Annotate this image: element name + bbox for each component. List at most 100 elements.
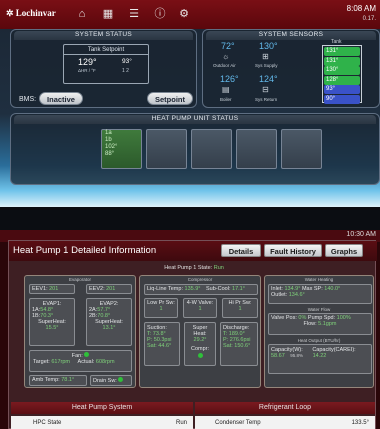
- max-sp-value: 140.0°: [324, 286, 341, 292]
- tank-temp-1: 131°: [324, 47, 360, 56]
- drain-switch-cell: Drain Sw:: [90, 375, 132, 386]
- hp-unit-status-title: HEAT PUMP UNIT STATUS: [151, 115, 239, 122]
- amb-temp-cell: Amb Temp: 78.1°: [29, 375, 87, 386]
- discharge-cell: Discharge: T: 189.0° P: 276.6psi Sat: 15…: [220, 322, 258, 366]
- condenser-temp-value: 133.5°: [351, 420, 369, 426]
- hi-pr-value: 1: [238, 306, 242, 312]
- condenser-temp-row: Condenser Temp 133.5°: [195, 416, 375, 429]
- tab-details[interactable]: Details: [221, 244, 261, 257]
- bms-label: BMS:: [19, 96, 37, 103]
- eev2-value: 201: [106, 286, 116, 292]
- superheat-cell: Super Heat: 29.2° Compr:: [184, 322, 216, 366]
- system-status-title: SYSTEM STATUS: [74, 31, 133, 38]
- water-flow-tag: Water Flow: [307, 307, 331, 312]
- compressor-tag: Compressor: [187, 277, 213, 282]
- liquid-line-cell: Liq-Line Temp: 135.9° Sub-Cool: 17.1°: [144, 284, 258, 295]
- suction-sat: Sat: 44.6°: [147, 343, 172, 349]
- hp-state-value: Run: [213, 265, 224, 271]
- capacity-pct: 95.8%: [290, 353, 304, 358]
- heat-pump-1-cell[interactable]: 1a 1b 102° 88°: [101, 129, 142, 169]
- liq-line-value: 135.9°: [184, 286, 201, 292]
- setpoint-button[interactable]: Setpoint: [147, 92, 193, 105]
- heat-pump-2-cell[interactable]: [146, 129, 187, 169]
- heat-pump-system-header[interactable]: Heat Pump System: [11, 402, 193, 414]
- clock: 8:08 AM 0.17.: [347, 4, 376, 24]
- water-flow-cell: Valve Pos: 0% Pump Spd: 100% Flow: 5.1gp…: [268, 313, 372, 335]
- evaporator-panel: Evaporator EEV1: 201 EEV2: 201 EVAP1: 1A…: [24, 275, 136, 388]
- outdoor-air-icon: ☼: [222, 52, 230, 61]
- tank-side-sub: 1 2: [122, 68, 129, 74]
- tank-temp-3: 130°: [324, 66, 360, 75]
- capacity-w-value: 58.67: [271, 353, 285, 359]
- tab-graphs[interactable]: Graphs: [325, 244, 363, 257]
- pump-spd-value: 100%: [336, 315, 351, 321]
- hi-pr-switch-cell: Hi Pr Sw: 1: [222, 298, 258, 318]
- 4w-valve-cell: 4-W Valve: 1: [183, 298, 217, 318]
- low-pr-value: 1: [159, 306, 163, 312]
- fan-status-dot: [84, 352, 90, 357]
- hpc-state-value: Run: [175, 420, 187, 426]
- hp-unit-status-panel: HEAT PUMP UNIT STATUS 1a 1b 102° 88°: [10, 113, 380, 185]
- hp1-line-2: 1b: [105, 137, 112, 143]
- water-heating-panel: Water Heating Inlet: 134.9° Max SP: 140.…: [264, 275, 374, 388]
- return-icon: ⊟: [262, 85, 269, 94]
- supply-icon: ⊞: [262, 52, 269, 61]
- tank-temp-4: 128°: [324, 75, 360, 85]
- time-text: 8:08 AM: [346, 4, 376, 13]
- tank-temp-5: 93°: [324, 85, 360, 94]
- fan-target-value: 617rpm: [51, 359, 71, 365]
- system-sensors-title: SYSTEM SENSORS: [258, 31, 324, 38]
- lochinvar-logo: ✲ Lochinvar: [6, 8, 56, 18]
- detail-screen: 10:30 AM Heat Pump 1 Detailed Informatio…: [0, 230, 380, 429]
- fan-cell: Fan: Target: 617rpm Actual: 608rpm: [29, 350, 132, 372]
- comp-superheat-value: 29.2°: [193, 337, 207, 343]
- boiler-value: 126°: [220, 74, 239, 84]
- evap1-cell: EVAP1: 1A:54.8° 1B:70.3° SuperHeat: 15.5…: [29, 298, 75, 346]
- compressor-status-dot: [197, 353, 203, 358]
- home-screen: ✲ Lochinvar ⌂ ▦ ☰ ⓘ ⚙ 8:08 AM 0.17. SYST…: [0, 0, 380, 207]
- bms-inactive-button[interactable]: Inactive: [39, 92, 83, 105]
- tank-setpoint-value: 129°: [78, 57, 97, 67]
- outdoor-air-value: 72°: [221, 41, 235, 51]
- outdoor-air-label: Outdoor Air: [213, 63, 236, 68]
- hpc-state-row: HPC State Run: [11, 416, 193, 429]
- home-icon[interactable]: ⌂: [74, 6, 90, 22]
- eev1-value: 201: [49, 286, 59, 292]
- tank-sensor-stack[interactable]: 131° 131° 130° 128° 93° 90°: [322, 45, 362, 104]
- subcool-value: 17.1°: [232, 286, 245, 292]
- tank-side-value: 93°: [122, 58, 132, 65]
- info-icon[interactable]: ⓘ: [152, 6, 168, 22]
- outlet-value: 134.6°: [288, 292, 305, 298]
- suction-cell: Suction: T: 73.8° P: 50.3psi Sat: 44.6°: [144, 322, 180, 366]
- inlet-outlet-cell: Inlet: 134.9° Max SP: 140.0° Outlet: 134…: [268, 284, 372, 304]
- superheat1-value: 15.5°: [45, 325, 59, 331]
- refrigerant-loop-header[interactable]: Refrigerant Loop: [195, 402, 375, 414]
- sliders-icon[interactable]: ☰: [126, 6, 142, 22]
- grid-icon[interactable]: ▦: [100, 6, 116, 22]
- condenser-temp-label: Condenser Temp: [215, 420, 261, 426]
- tank-setpoint-unit: ΔHR / °F: [78, 68, 96, 73]
- tab-fault-history[interactable]: Fault History: [264, 244, 322, 257]
- tank-setpoint-box[interactable]: Tank Setpoint 129° ΔHR / °F 93° 1 2: [63, 44, 149, 84]
- drain-status-dot: [118, 377, 124, 382]
- hp1-line-3: 102°: [105, 144, 118, 150]
- hp-detail-dialog: Heat Pump 1 Detailed Information Details…: [8, 240, 377, 429]
- eev2-cell: EEV2: 201: [86, 284, 132, 294]
- hp-state: Heat Pump 1 State: Run: [129, 265, 259, 271]
- gear-icon[interactable]: ⚙: [176, 6, 192, 22]
- hp1-line-4: 88°: [105, 151, 115, 157]
- fan-actual-value: 608rpm: [95, 359, 115, 365]
- heat-pump-5-cell[interactable]: [281, 129, 322, 169]
- tank-temp-2: 131°: [324, 56, 360, 66]
- sys-supply-value: 130°: [259, 41, 278, 51]
- sys-return-value: 124°: [259, 74, 278, 84]
- heat-pump-4-cell[interactable]: [236, 129, 277, 169]
- water-heating-tag: Water Heating: [304, 277, 334, 282]
- heat-output-tag: Heat Output (BTU/hr): [297, 338, 341, 343]
- date-text: 0.17.: [362, 16, 376, 22]
- heat-pump-3-cell[interactable]: [191, 129, 232, 169]
- tank-temp-6: 90°: [324, 94, 360, 104]
- system-sensors-panel: SYSTEM SENSORS 72° ☼ Outdoor Air 130° ⊞ …: [202, 29, 380, 108]
- tank-setpoint-title: Tank Setpoint: [87, 47, 125, 53]
- hp1-line-1: 1a: [105, 130, 112, 136]
